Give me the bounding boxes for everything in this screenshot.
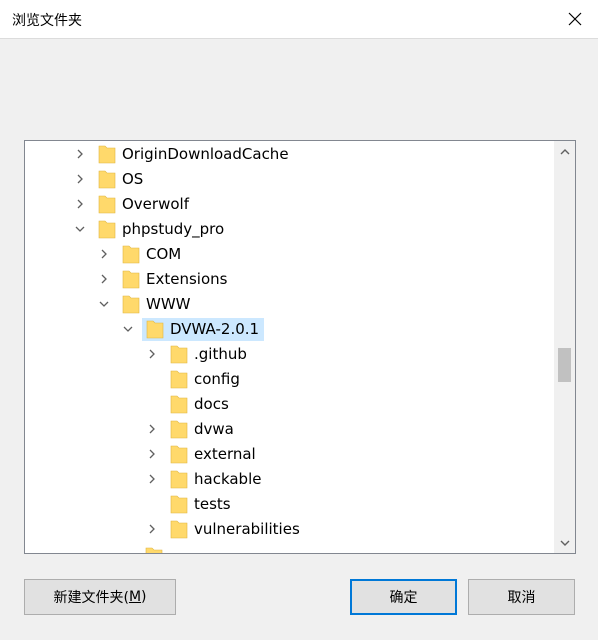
window-title: 浏览文件夹 [12, 13, 82, 29]
chevron-right-icon[interactable] [98, 248, 110, 260]
tree-item-label: WWW [146, 295, 191, 313]
ok-label: 确定 [389, 590, 418, 606]
close-icon [568, 12, 582, 26]
tree-item[interactable]: external [25, 442, 553, 467]
chevron-right-icon[interactable] [74, 198, 86, 210]
folder-icon [98, 220, 116, 239]
chevron-down-icon[interactable] [98, 298, 110, 310]
chevron-right-icon[interactable] [146, 423, 158, 435]
folder-icon [170, 395, 188, 414]
tree-item-label: hackable [194, 470, 262, 488]
tree-item-label: COM [146, 245, 182, 263]
tree-item[interactable]: DVWA-2.0.1 [25, 317, 553, 342]
tree-item[interactable]: phpstudy_pro [25, 217, 553, 242]
chevron-down-icon[interactable] [74, 223, 86, 235]
new-folder-button[interactable]: 新建文件夹(M) [24, 579, 176, 615]
folder-icon [170, 470, 188, 489]
tree-item-label: tests [194, 495, 231, 513]
ok-button[interactable]: 确定 [350, 579, 457, 615]
tree-item-label: DVWA-2.0.1 [170, 320, 260, 338]
chevron-down-icon[interactable] [122, 323, 134, 335]
tree-item-label: phpstudy_pro [122, 220, 225, 238]
tree-item[interactable]: COM [25, 242, 553, 267]
new-folder-label-close: ) [141, 589, 147, 605]
tree-item-label: OriginDownloadCache [122, 145, 289, 163]
tree-item-label: docs [194, 395, 229, 413]
folder-icon [122, 295, 140, 314]
cancel-label: 取消 [507, 590, 536, 606]
folder-icon [98, 170, 116, 189]
tree-item[interactable]: WWW [25, 292, 553, 317]
chevron-right-icon[interactable] [146, 523, 158, 535]
folder-icon [170, 520, 188, 539]
scroll-down-button[interactable] [554, 532, 575, 553]
tree-item-label: external [194, 445, 256, 463]
folder-icon [145, 547, 163, 553]
chevron-right-icon[interactable] [146, 473, 158, 485]
close-button[interactable] [552, 0, 598, 38]
tree-item[interactable]: tests [25, 492, 553, 517]
new-folder-accelerator: M [128, 589, 142, 605]
tree-item[interactable]: docs [25, 392, 553, 417]
scroll-up-button[interactable] [554, 141, 575, 162]
tree-item-label: vulnerabilities [194, 520, 300, 538]
chevron-right-icon[interactable] [74, 173, 86, 185]
tree-item[interactable]: OriginDownloadCache [25, 142, 553, 167]
folder-icon [170, 370, 188, 389]
tree-item-label: config [194, 370, 240, 388]
title-bar: 浏览文件夹 [0, 0, 598, 39]
tree-item-label: OS [122, 170, 144, 188]
new-folder-label: 新建文件夹( [53, 590, 129, 606]
chevron-right-icon[interactable] [146, 448, 158, 460]
folder-icon [170, 345, 188, 364]
folder-tree[interactable]: OriginDownloadCache OS Overwolf phpstudy_pr… [24, 140, 576, 554]
tree-item[interactable]: Overwolf [25, 192, 553, 217]
cancel-button[interactable]: 取消 [468, 579, 575, 615]
folder-icon [170, 445, 188, 464]
tree-item[interactable]: hackable [25, 467, 553, 492]
chevron-right-icon[interactable] [146, 348, 158, 360]
tree-item[interactable]: .github [25, 342, 553, 367]
chevron-down-icon [560, 540, 569, 546]
tree-item-label: dvwa [194, 420, 234, 438]
folder-icon [170, 420, 188, 439]
tree-item[interactable]: config [25, 367, 553, 392]
tree-item-label: .github [194, 345, 247, 363]
folder-icon [98, 145, 116, 164]
chevron-up-icon [560, 148, 569, 154]
folder-icon [170, 495, 188, 514]
tree-item[interactable]: Extensions [25, 267, 553, 292]
tree-item-label: Overwolf [122, 195, 189, 213]
folder-icon [146, 320, 164, 339]
folder-icon [122, 270, 140, 289]
tree-item[interactable]: OS [25, 167, 553, 192]
chevron-right-icon[interactable] [98, 273, 110, 285]
tree-item[interactable]: dvwa [25, 417, 553, 442]
tree-row-partial [25, 543, 553, 553]
chevron-right-icon[interactable] [74, 148, 86, 160]
folder-icon [98, 195, 116, 214]
tree-item[interactable]: vulnerabilities [25, 517, 553, 542]
scroll-thumb[interactable] [558, 348, 571, 382]
vertical-scrollbar[interactable] [554, 141, 575, 553]
tree-item-label: Extensions [146, 270, 228, 288]
folder-icon [122, 245, 140, 264]
